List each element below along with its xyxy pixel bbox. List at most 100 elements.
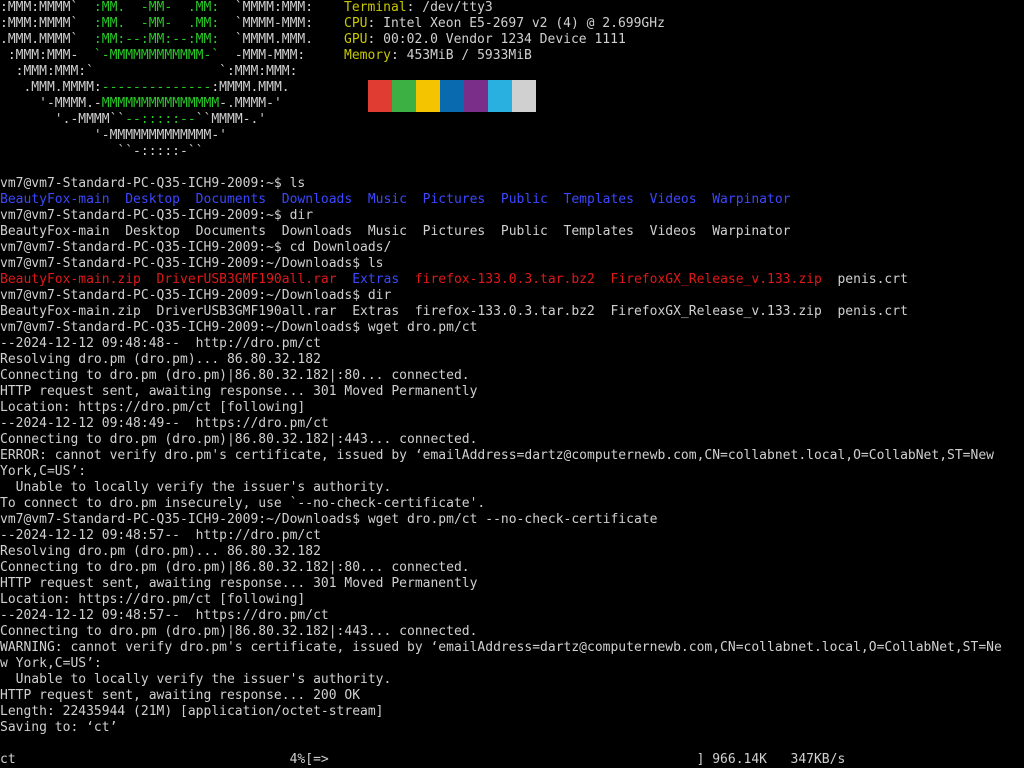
- ascii-art-segment: -.MMMM-': [219, 96, 282, 111]
- ascii-art-segment: `MMMM.MMM.: [234, 32, 314, 47]
- terminal-line: Length: 22435944 (21M) [application/octe…: [0, 704, 1002, 720]
- ascii-art-segment: ``MMMM-.': [195, 112, 267, 127]
- terminal-text: vm7@vm7-Standard-PC-Q35-ICH9-2009:~$ ls: [0, 176, 306, 191]
- terminal-text: Connecting to dro.pm (dro.pm)|86.80.32.1…: [0, 432, 478, 447]
- terminal-text: HTTP request sent, awaiting response... …: [0, 384, 478, 399]
- terminal-text: vm7@vm7-Standard-PC-Q35-ICH9-2009:~$ cd …: [0, 240, 392, 255]
- terminal-line: vm7@vm7-Standard-PC-Q35-ICH9-2009:~$ ls: [0, 176, 1002, 192]
- neofetch-ascii-logo: :MMM:MMMM` :MM. -MM- .MM: `MMMM:MMM::MMM…: [0, 0, 313, 160]
- terminal-text: Connecting to dro.pm (dro.pm)|86.80.32.1…: [0, 624, 478, 639]
- terminal-line: vm7@vm7-Standard-PC-Q35-ICH9-2009:~/Down…: [0, 320, 1002, 336]
- terminal-text: --2024-12-12 09:48:49-- https://dro.pm/c…: [0, 416, 329, 431]
- terminal-text: Length: 22435944 (21M) [application/octe…: [0, 704, 384, 719]
- terminal-text: ct 4%[=> ] 966.14K 347KB/s: [0, 752, 846, 767]
- terminal-line: Saving to: ‘ct’: [0, 720, 1002, 736]
- terminal-line: BeautyFox-main.zip DriverUSB3GMF190all.r…: [0, 272, 1002, 288]
- sysinfo-key: Terminal: [344, 0, 407, 15]
- ascii-art-segment: :MMM:MMM-: [0, 48, 94, 63]
- terminal-text: Connecting to dro.pm (dro.pm)|86.80.32.1…: [0, 560, 470, 575]
- ascii-art-segment: .MMM.MMMM:: [0, 80, 102, 95]
- terminal-text: vm7@vm7-Standard-PC-Q35-ICH9-2009:~/Down…: [0, 512, 658, 527]
- sysinfo-value: Intel Xeon E5-2697 v2 (4) @ 2.699GHz: [383, 16, 665, 31]
- terminal-line: vm7@vm7-Standard-PC-Q35-ICH9-2009:~/Down…: [0, 288, 1002, 304]
- ascii-art-segment: --------------: [101, 80, 212, 95]
- ascii-art-segment: '-MMMM.-: [0, 96, 102, 111]
- terminal-line: To connect to dro.pm insecurely, use `--…: [0, 496, 1002, 512]
- terminal-text: ERROR: cannot verify dro.pm's certificat…: [0, 448, 994, 463]
- sysinfo-value: 00:02.0 Vendor 1234 Device 1111: [383, 32, 626, 47]
- terminal-line: w York,C=US’:: [0, 656, 1002, 672]
- terminal-line: Connecting to dro.pm (dro.pm)|86.80.32.1…: [0, 624, 1002, 640]
- terminal-line: HTTP request sent, awaiting response... …: [0, 384, 1002, 400]
- sysinfo-separator: :: [406, 0, 423, 15]
- terminal-text: Saving to: ‘ct’: [0, 720, 118, 735]
- terminal-line: ERROR: cannot verify dro.pm's certificat…: [0, 448, 1002, 464]
- ascii-art-segment: `-MMMMMMMMMMMM-`: [93, 48, 235, 63]
- terminal-text: Extras: [352, 272, 400, 287]
- terminal-line: Connecting to dro.pm (dro.pm)|86.80.32.1…: [0, 368, 1002, 384]
- terminal-line: vm7@vm7-Standard-PC-Q35-ICH9-2009:~/Down…: [0, 256, 1002, 272]
- terminal-text: Resolving dro.pm (dro.pm)... 86.80.32.18…: [0, 544, 321, 559]
- ascii-art-row: :MMM:MMM:` `:MMM:MMM:: [0, 64, 313, 80]
- terminal-line: HTTP request sent, awaiting response... …: [0, 576, 1002, 592]
- ascii-art-row: :MMM:MMMM` :MM. -MM- .MM: `MMMM:MMM:: [0, 0, 313, 16]
- terminal-line: --2024-12-12 09:48:57-- http://dro.pm/ct: [0, 528, 1002, 544]
- terminal-text: penis.crt: [837, 272, 908, 287]
- color-swatch: [416, 80, 440, 112]
- terminal-line: WARNING: cannot verify dro.pm's certific…: [0, 640, 1002, 656]
- color-swatch: [368, 80, 392, 112]
- terminal-text: firefox-133.0.3.tar.bz2 FirefoxGX_Releas…: [399, 272, 838, 287]
- ascii-art-segment: :MMM:MMMM`: [0, 16, 94, 31]
- terminal-text: --2024-12-12 09:48:48-- http://dro.pm/ct: [0, 336, 321, 351]
- ascii-art-segment: .MMM.MMMM`: [0, 32, 94, 47]
- ascii-art-segment: :MM:--:MM:--:MM:: [93, 32, 235, 47]
- terminal-line: --2024-12-12 09:48:48-- http://dro.pm/ct: [0, 336, 1002, 352]
- sysinfo-value: /dev/tty3: [422, 0, 493, 15]
- color-swatch: [488, 80, 512, 112]
- ascii-art-segment: MMMMMMMMMMMMMMM: [101, 96, 220, 111]
- terminal-text: Resolving dro.pm (dro.pm)... 86.80.32.18…: [0, 352, 321, 367]
- terminal-text: --2024-12-12 09:48:57-- https://dro.pm/c…: [0, 608, 329, 623]
- terminal-output: vm7@vm7-Standard-PC-Q35-ICH9-2009:~$ ls B…: [0, 176, 1002, 768]
- sysinfo-key: GPU: [344, 32, 368, 47]
- ascii-art-segment: --:::::--: [125, 112, 196, 127]
- ascii-art-row: :MMM:MMM- `-MMMMMMMMMMMM-` -MMM-MMM:: [0, 48, 313, 64]
- ascii-art-segment: :MMM:MMMM`: [0, 0, 94, 15]
- color-swatch: [512, 80, 536, 112]
- ascii-art-row: '-MMMM.-MMMMMMMMMMMMMMM-.MMMM-': [0, 96, 313, 112]
- terminal-line: Connecting to dro.pm (dro.pm)|86.80.32.1…: [0, 560, 1002, 576]
- terminal-text: BeautyFox-main.zip DriverUSB3GMF190all.r…: [0, 304, 908, 319]
- terminal-text: vm7@vm7-Standard-PC-Q35-ICH9-2009:~/Down…: [0, 320, 478, 335]
- neofetch-system-info: Terminal: /dev/tty3 CPU: Intel Xeon E5-26…: [344, 0, 665, 64]
- ascii-art-segment: '.-MMMM``: [0, 112, 126, 127]
- terminal-text: vm7@vm7-Standard-PC-Q35-ICH9-2009:~$ dir: [0, 208, 314, 223]
- sysinfo-separator: :: [390, 48, 407, 63]
- terminal-line: Location: https://dro.pm/ct [following]: [0, 400, 1002, 416]
- terminal-text: Location: https://dro.pm/ct [following]: [0, 592, 306, 607]
- ascii-art-segment: :MMM:MMM:`: [0, 64, 94, 79]
- terminal-text: HTTP request sent, awaiting response... …: [0, 576, 478, 591]
- sysinfo-separator: :: [367, 16, 384, 31]
- ascii-art-row: .MMM.MMMM` :MM:--:MM:--:MM: `MMMM.MMM.: [0, 32, 313, 48]
- terminal-line: vm7@vm7-Standard-PC-Q35-ICH9-2009:~/Down…: [0, 512, 1002, 528]
- ascii-art-segment: :MM. -MM- .MM:: [93, 0, 235, 15]
- terminal-text: vm7@vm7-Standard-PC-Q35-ICH9-2009:~/Down…: [0, 288, 392, 303]
- ascii-art-segment: '-MMMMMMMMMMMMM-': [0, 128, 227, 143]
- ascii-art-segment: ``-:::::-``: [0, 144, 204, 159]
- terminal-line: HTTP request sent, awaiting response... …: [0, 688, 1002, 704]
- terminal-text: Unable to locally verify the issuer's au…: [0, 480, 392, 495]
- color-swatch: [392, 80, 416, 112]
- terminal-line: ct 4%[=> ] 966.14K 347KB/s: [0, 752, 1002, 768]
- terminal-line: York,C=US’:: [0, 464, 1002, 480]
- sysinfo-row: Terminal: /dev/tty3: [344, 0, 665, 16]
- sysinfo-key: Memory: [344, 48, 391, 63]
- ascii-art-segment: `MMMM-MMM:: [234, 16, 314, 31]
- sysinfo-separator: :: [367, 32, 384, 47]
- terminal-text: --2024-12-12 09:48:57-- http://dro.pm/ct: [0, 528, 321, 543]
- terminal-line: Connecting to dro.pm (dro.pm)|86.80.32.1…: [0, 432, 1002, 448]
- terminal-screen[interactable]: :MMM:MMMM` :MM. -MM- .MM: `MMMM:MMM::MMM…: [0, 0, 1024, 768]
- terminal-line: Resolving dro.pm (dro.pm)... 86.80.32.18…: [0, 544, 1002, 560]
- terminal-line: vm7@vm7-Standard-PC-Q35-ICH9-2009:~$ cd …: [0, 240, 1002, 256]
- color-swatch: [440, 80, 464, 112]
